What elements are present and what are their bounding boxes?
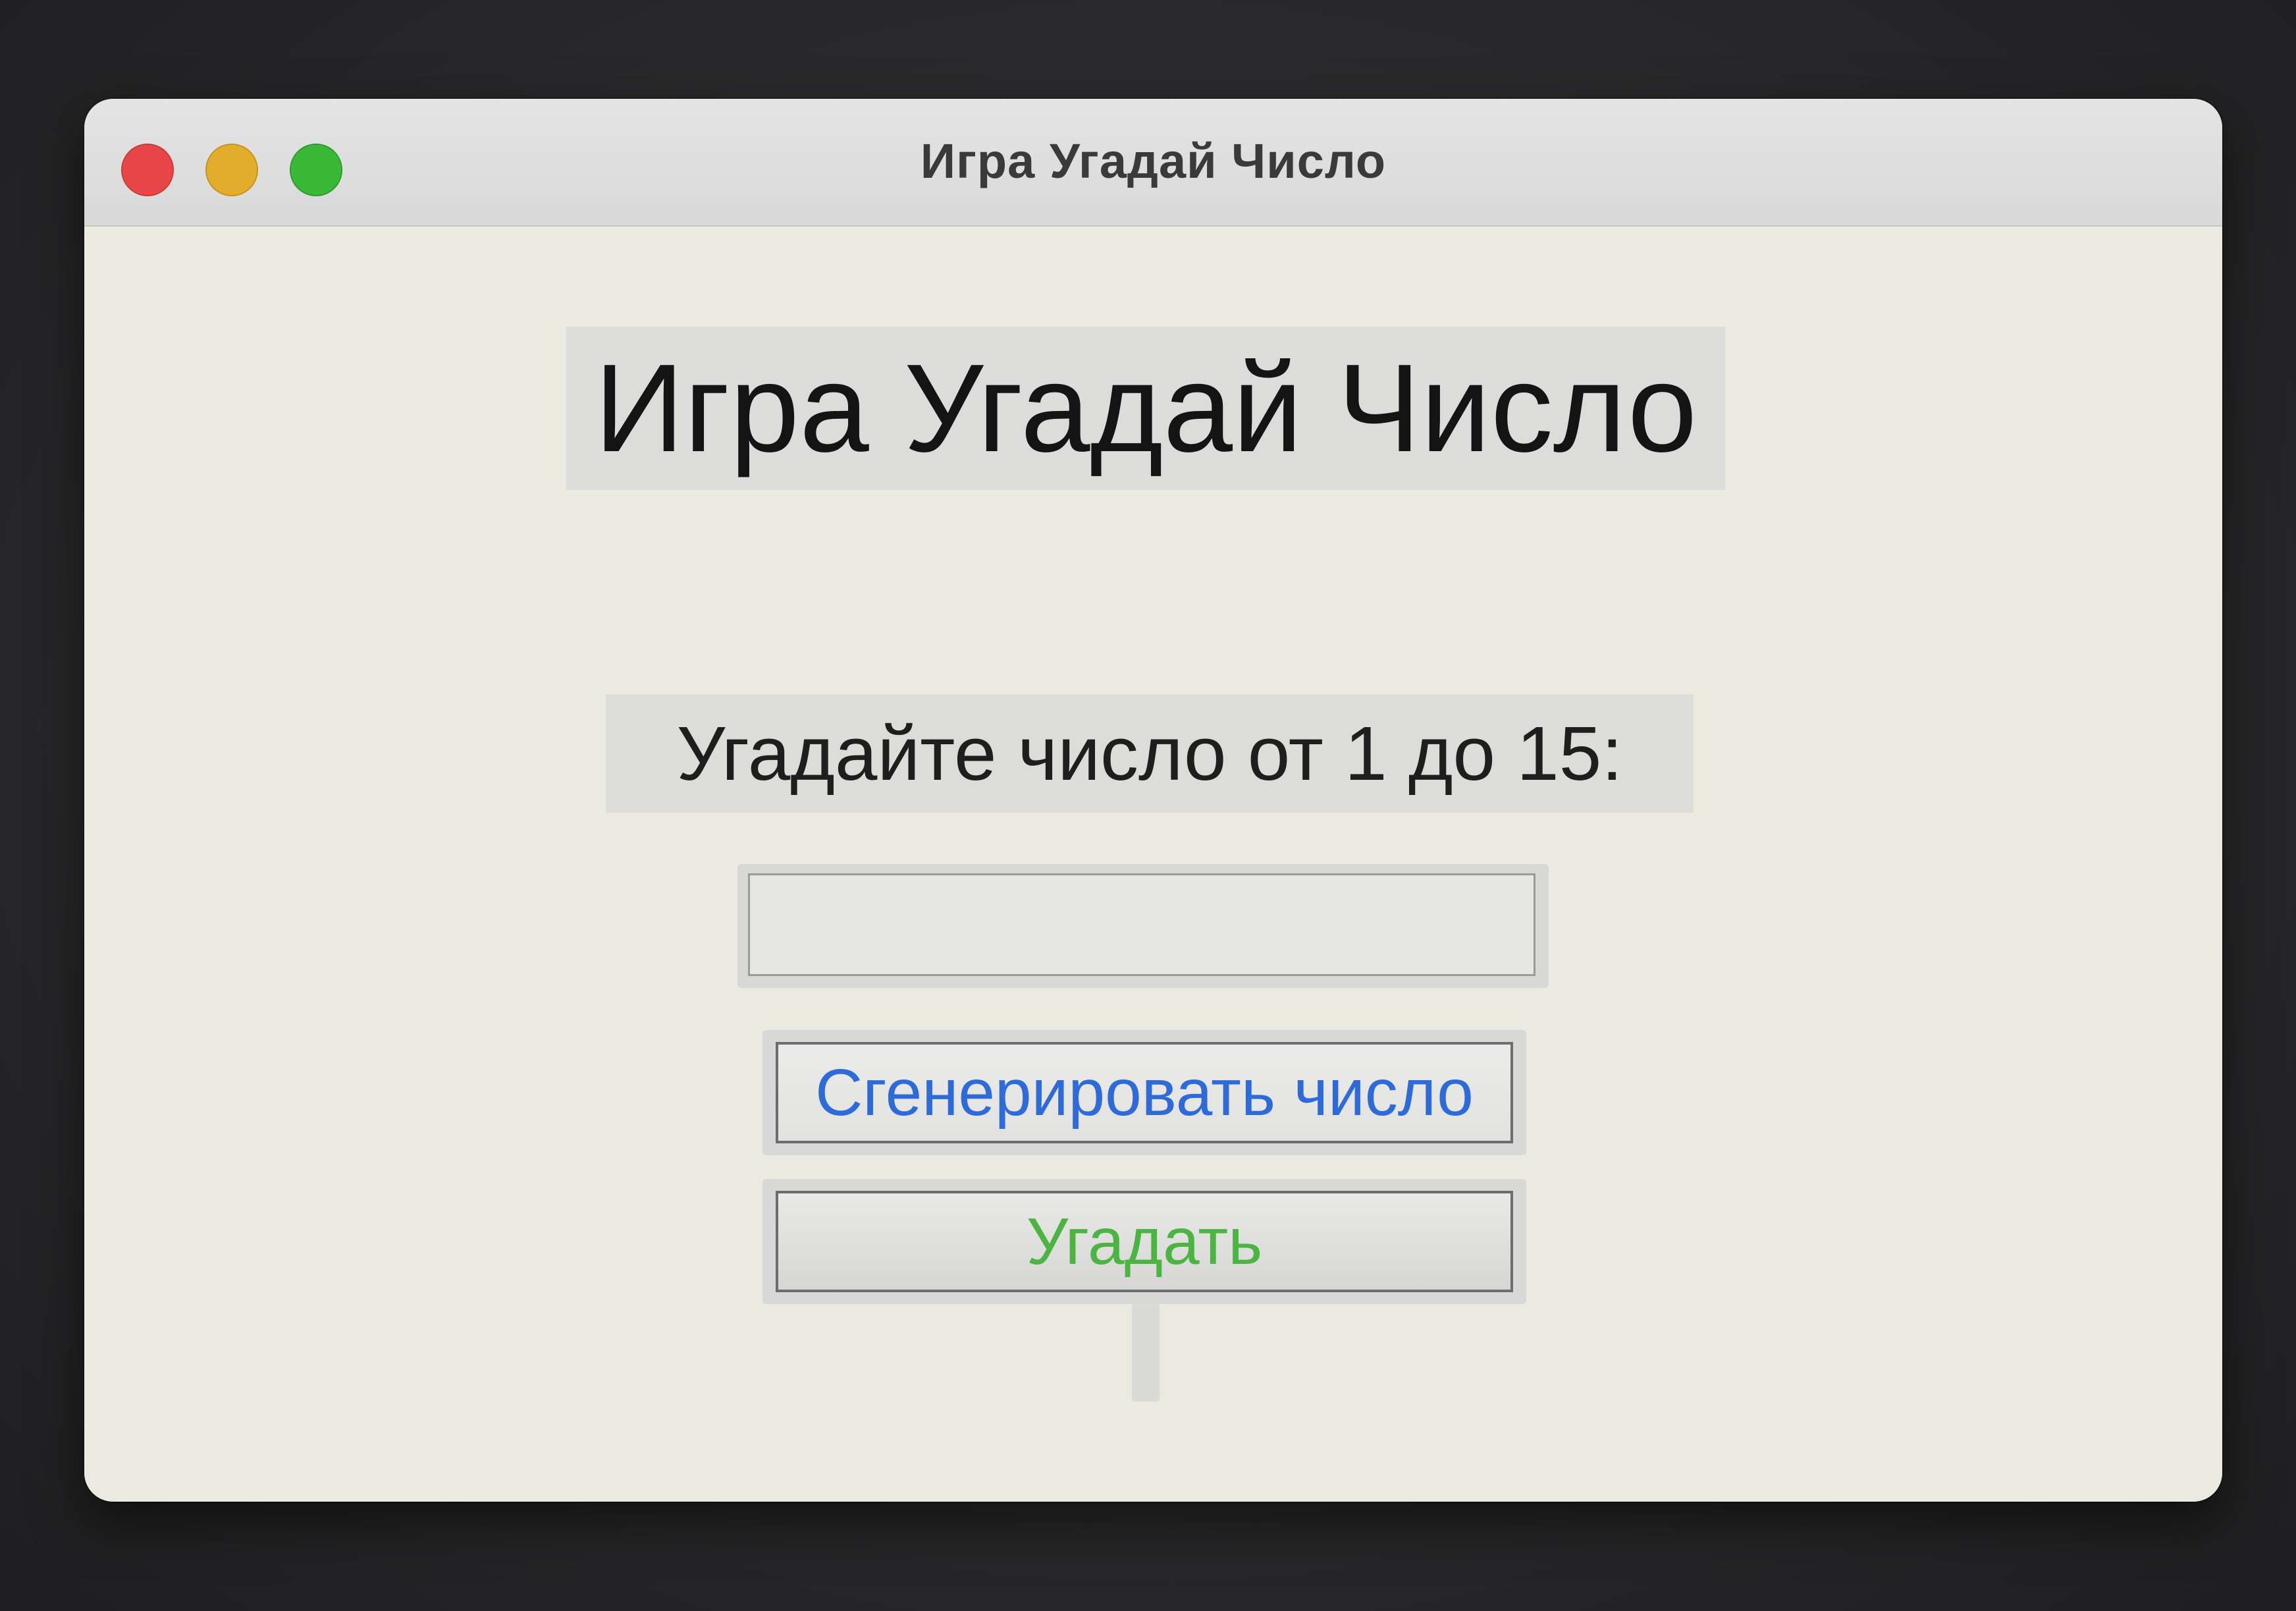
- app-window: Игра Угадай Число Игра Угадай Число Угад…: [84, 99, 2222, 1502]
- generate-button-container: Сгенерировать число: [762, 1030, 1526, 1155]
- guess-button-container: Угадать: [762, 1179, 1526, 1304]
- result-label: [1132, 1303, 1160, 1402]
- generate-number-button[interactable]: Сгенерировать число: [776, 1042, 1513, 1143]
- window-title: Игра Угадай Число: [920, 134, 1387, 188]
- page-heading: Игра Угадай Число: [566, 327, 1725, 490]
- guess-input-container: [737, 864, 1549, 988]
- guess-prompt-label: Угадайте число от 1 до 15:: [606, 694, 1694, 813]
- guess-button[interactable]: Угадать: [776, 1191, 1513, 1292]
- title-bar[interactable]: Игра Угадай Число: [84, 99, 2222, 227]
- main-content: Игра Угадай Число Угадайте число от 1 до…: [84, 227, 2222, 1502]
- guess-number-input[interactable]: [748, 873, 1535, 976]
